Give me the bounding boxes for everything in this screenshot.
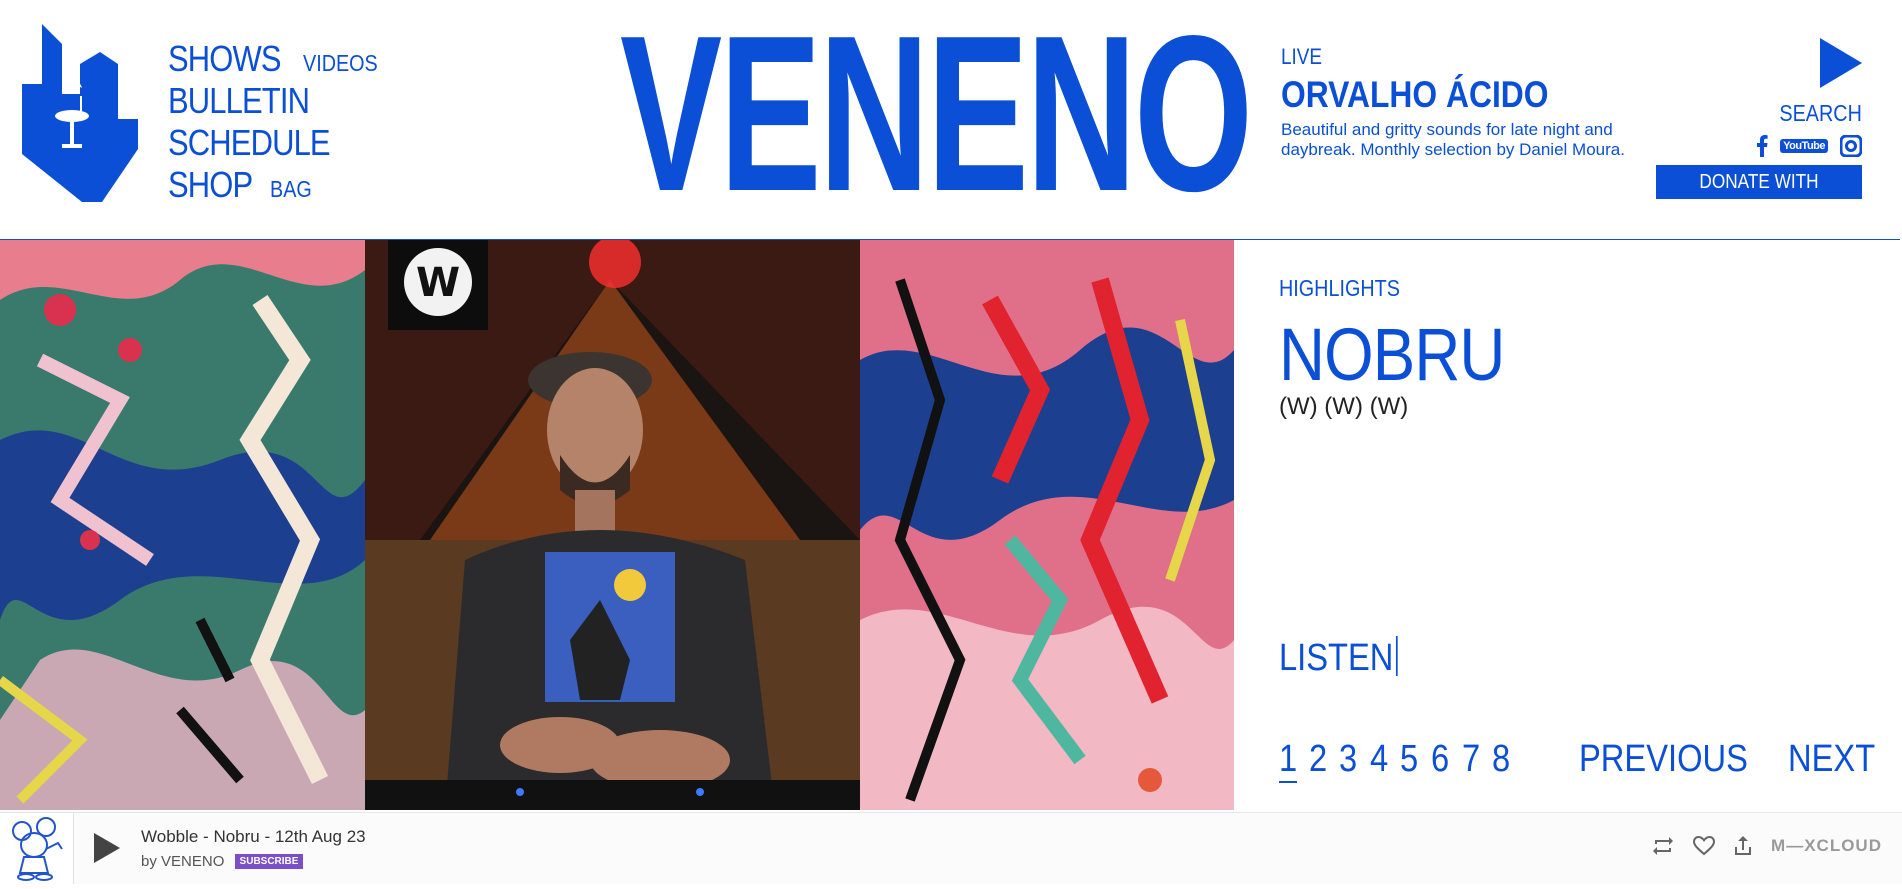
svg-text:W: W [416, 260, 460, 306]
highlight-title[interactable]: NOBRU [1279, 312, 1795, 397]
facebook-icon[interactable] [1756, 135, 1768, 157]
highlight-hero-image[interactable]: W [0, 240, 1234, 810]
next-button[interactable]: NEXT [1788, 738, 1875, 781]
live-show-title[interactable]: ORVALHO ÁCIDO [1281, 74, 1549, 116]
track-title[interactable]: Wobble - Nobru - 12th Aug 23 [141, 827, 366, 847]
youtube-icon[interactable]: YouTube [1780, 139, 1828, 153]
donate-label: DONATE WITH PAYPAL [1699, 171, 1819, 227]
listen-link[interactable]: LISTEN [1279, 636, 1398, 680]
highlights-label: HIGHLIGHTS [1279, 275, 1400, 301]
site-title[interactable]: VENENO [620, 3, 1253, 225]
page-8[interactable]: 8 [1492, 738, 1510, 781]
page-1[interactable]: 1 [1279, 738, 1298, 783]
social-links: YouTube [1756, 135, 1862, 157]
page-4[interactable]: 4 [1370, 738, 1388, 781]
favorite-heart-icon[interactable] [1693, 836, 1716, 856]
live-show-description: Beautiful and gritty sounds for late nig… [1281, 120, 1625, 159]
main-nav: SHOWS VIDEOS BULLETIN SCHEDULE SHOP BAG [168, 38, 390, 206]
mixcloud-logo[interactable]: M⁠—⁠XCLOUD [1771, 836, 1882, 856]
donate-paypal-button[interactable]: DONATE WITH PAYPAL [1656, 165, 1862, 227]
show-thumbnail[interactable] [0, 813, 74, 884]
nav-shop[interactable]: SHOP [168, 164, 253, 206]
player-play-icon[interactable] [92, 831, 122, 865]
search-link[interactable]: SEARCH [1780, 100, 1862, 127]
previous-button[interactable]: PREVIOUS [1579, 738, 1748, 781]
track-byline: by VENENO SUBSCRIBE [141, 853, 304, 870]
instagram-icon[interactable] [1840, 135, 1862, 157]
page-3[interactable]: 3 [1339, 738, 1357, 781]
veneno-logo[interactable] [22, 24, 148, 202]
highlight-panel: HIGHLIGHTS NOBRU (W) (W) (W) [1279, 275, 1879, 421]
live-play-icon[interactable] [1820, 38, 1862, 88]
page-2[interactable]: 2 [1309, 738, 1327, 781]
page-6[interactable]: 6 [1431, 738, 1449, 781]
youtube-icon-text: YouTube [1780, 139, 1828, 153]
live-now-panel: LIVE ORVALHO ÁCIDO Beautiful and gritty … [1281, 44, 1661, 160]
nav-bag[interactable]: BAG [270, 168, 312, 210]
by-label: by [141, 853, 157, 870]
artist-link[interactable]: VENENO [161, 853, 224, 870]
live-label: LIVE [1281, 44, 1323, 69]
subscribe-button[interactable]: SUBSCRIBE [234, 854, 304, 869]
page-5[interactable]: 5 [1400, 738, 1418, 781]
nav-videos[interactable]: VIDEOS [303, 42, 378, 84]
mixcloud-player: Wobble - Nobru - 12th Aug 23 by VENENO S… [0, 812, 1902, 884]
nav-schedule[interactable]: SCHEDULE [168, 122, 331, 164]
highlight-subtitle: (W) (W) (W) [1279, 393, 1409, 420]
share-upload-icon[interactable] [1733, 835, 1753, 857]
page-7[interactable]: 7 [1462, 738, 1480, 781]
nav-shows[interactable]: SHOWS [168, 38, 282, 80]
nav-bulletin[interactable]: BULLETIN [168, 80, 310, 122]
player-actions: M⁠—⁠XCLOUD [1651, 835, 1882, 857]
highlight-pager: 1 2 3 4 5 6 7 8 PREVIOUS NEXT [1279, 738, 1875, 784]
repost-icon[interactable] [1651, 835, 1675, 857]
listen-label: LISTEN [1279, 637, 1394, 679]
